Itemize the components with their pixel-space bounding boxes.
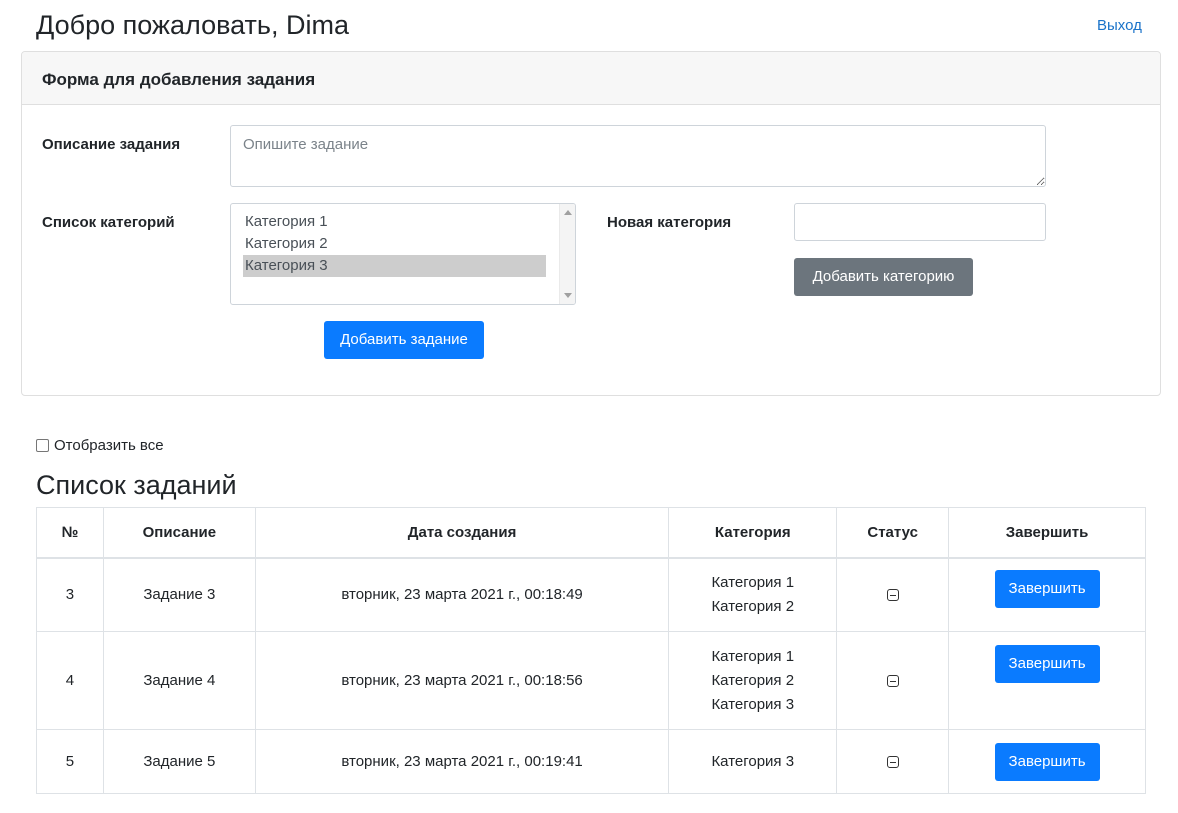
column-header-number: № bbox=[36, 507, 104, 559]
task-category: Категория 2 bbox=[711, 597, 795, 615]
task-status bbox=[836, 557, 950, 632]
category-option[interactable]: Категория 2 bbox=[243, 233, 546, 255]
task-category: Категория 3 bbox=[711, 752, 795, 770]
task-number: 5 bbox=[36, 729, 104, 794]
task-number: 4 bbox=[36, 631, 104, 730]
task-created: вторник, 23 марта 2021 г., 00:19:41 bbox=[254, 729, 670, 794]
task-description: Задание 4 bbox=[102, 631, 256, 730]
task-created: вторник, 23 марта 2021 г., 00:18:49 bbox=[254, 557, 670, 632]
scroll-up-arrow-icon[interactable] bbox=[564, 210, 572, 215]
new-category-label: Новая категория bbox=[607, 214, 732, 231]
task-category: Категория 1 bbox=[711, 647, 795, 665]
task-action: Завершить bbox=[948, 631, 1146, 730]
table-row: 3 Задание 3 вторник, 23 марта 2021 г., 0… bbox=[36, 557, 1146, 632]
page-title: Добро пожаловать, Dima bbox=[36, 10, 349, 40]
new-category-input[interactable] bbox=[794, 203, 1046, 241]
finish-task-button[interactable]: Завершить bbox=[994, 645, 1100, 683]
task-number: 3 bbox=[36, 557, 104, 632]
categories-label: Список категорий bbox=[42, 214, 175, 231]
add-task-form: Форма для добавления задания Описание за… bbox=[21, 51, 1161, 396]
tasks-table: № Описание Дата создания Категория Стату… bbox=[36, 507, 1146, 794]
column-header-created: Дата создания bbox=[254, 507, 670, 559]
task-category: Категория 1 bbox=[711, 573, 795, 591]
task-category: Категория 3 bbox=[711, 695, 795, 713]
task-description: Задание 5 bbox=[102, 729, 256, 794]
task-category: Категория 2 bbox=[711, 671, 795, 689]
column-header-category: Категория bbox=[668, 507, 838, 559]
add-task-button[interactable]: Добавить задание bbox=[324, 321, 484, 359]
form-title: Форма для добавления задания bbox=[42, 70, 316, 89]
task-status bbox=[836, 631, 950, 730]
column-header-status: Статус bbox=[836, 507, 950, 559]
listbox-scrollbar[interactable] bbox=[559, 204, 575, 304]
task-categories: Категория 3 bbox=[668, 729, 838, 794]
task-categories: Категория 1 Категория 2 bbox=[668, 557, 838, 632]
finish-task-button[interactable]: Завершить bbox=[994, 569, 1100, 608]
task-list-title: Список заданий bbox=[36, 470, 237, 500]
category-option-selected[interactable]: Категория 3 bbox=[243, 255, 546, 277]
table-header-row: № Описание Дата создания Категория Стату… bbox=[36, 507, 1146, 559]
task-status bbox=[836, 729, 950, 794]
logout-link[interactable]: Выход bbox=[1097, 16, 1142, 36]
add-category-button[interactable]: Добавить категорию bbox=[794, 258, 973, 296]
task-action: Завершить bbox=[948, 729, 1146, 794]
minus-square-icon bbox=[886, 588, 899, 601]
scroll-down-arrow-icon[interactable] bbox=[564, 293, 572, 298]
minus-square-icon bbox=[886, 674, 899, 687]
task-categories: Категория 1 Категория 2 Категория 3 bbox=[668, 631, 838, 730]
column-header-description: Описание bbox=[102, 507, 256, 559]
description-input[interactable] bbox=[230, 125, 1046, 187]
minus-square-icon bbox=[886, 755, 899, 768]
table-row: 5 Задание 5 вторник, 23 марта 2021 г., 0… bbox=[36, 729, 1146, 794]
task-description: Задание 3 bbox=[102, 557, 256, 632]
categories-listbox[interactable]: Категория 1 Категория 2 Категория 3 bbox=[230, 203, 576, 305]
description-label: Описание задания bbox=[42, 136, 181, 153]
table-row: 4 Задание 4 вторник, 23 марта 2021 г., 0… bbox=[36, 631, 1146, 730]
column-header-finish: Завершить bbox=[948, 507, 1146, 559]
show-all-checkbox[interactable] bbox=[36, 439, 49, 452]
task-action: Завершить bbox=[948, 557, 1146, 632]
show-all-label: Отобразить все bbox=[54, 437, 164, 454]
show-all-toggle[interactable]: Отобразить все bbox=[36, 437, 164, 454]
category-option[interactable]: Категория 1 bbox=[243, 211, 546, 233]
form-header: Форма для добавления задания bbox=[22, 52, 1160, 105]
finish-task-button[interactable]: Завершить bbox=[994, 742, 1100, 781]
task-created: вторник, 23 марта 2021 г., 00:18:56 bbox=[254, 631, 670, 730]
